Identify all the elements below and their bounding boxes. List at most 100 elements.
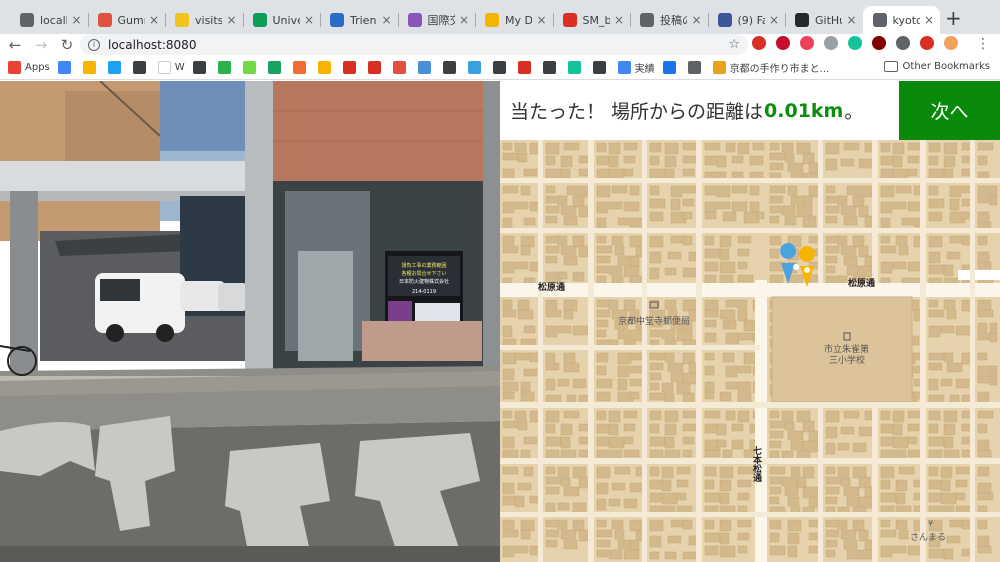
- globe-icon: [132, 61, 146, 74]
- profile-avatar[interactable]: [944, 36, 958, 50]
- bookmark-item[interactable]: [367, 61, 385, 74]
- bookmark-item[interactable]: [267, 61, 285, 74]
- tab-close-icon[interactable]: ×: [846, 13, 856, 27]
- bottle-icon: [442, 61, 456, 74]
- bookmark-item[interactable]: [57, 61, 75, 74]
- bookmark-item[interactable]: [417, 61, 435, 74]
- map-canvas: ¥: [500, 140, 1000, 562]
- arrow-icon: [662, 61, 676, 74]
- browser-tab[interactable]: GitHub ×: [785, 6, 863, 34]
- tab-close-icon[interactable]: ×: [304, 13, 314, 27]
- bookmark-item[interactable]: [592, 61, 610, 74]
- gumroad-icon: [392, 61, 406, 74]
- bookmark-label: 実績: [634, 64, 655, 75]
- bookmark-item[interactable]: 実績: [617, 60, 655, 75]
- grammarly-icon: [567, 61, 581, 74]
- browser-tab[interactable]: kyoto_g ×: [862, 6, 940, 34]
- bookmark-item[interactable]: [317, 61, 335, 74]
- site-info-icon[interactable]: i: [88, 38, 100, 51]
- tab-close-icon[interactable]: ×: [924, 13, 934, 27]
- tab-close-icon[interactable]: ×: [149, 13, 159, 27]
- bookmark-item[interactable]: [242, 61, 260, 74]
- bookmark-item[interactable]: [132, 61, 150, 74]
- globe-icon: [330, 13, 344, 27]
- wordpress-icon: [542, 61, 556, 74]
- bookmark-item[interactable]: [292, 61, 310, 74]
- bookmark-item[interactable]: [467, 61, 485, 74]
- pocket-icon[interactable]: [800, 36, 814, 50]
- bookmark-item[interactable]: [517, 61, 535, 74]
- camera-icon[interactable]: [824, 36, 838, 50]
- other-bookmarks-folder[interactable]: Other Bookmarks: [883, 61, 990, 72]
- browser-tab[interactable]: Gumroa ×: [87, 6, 166, 34]
- apps-grid-icon: [8, 61, 21, 74]
- seven-icon: [467, 61, 481, 74]
- bookmark-item[interactable]: [567, 61, 585, 74]
- bookmark-label: Apps: [25, 62, 50, 73]
- browser-tab[interactable]: localho ×: [10, 6, 88, 34]
- bookmark-item[interactable]: [492, 61, 510, 74]
- bee-icon: [712, 61, 726, 74]
- tab-close-icon[interactable]: ×: [536, 13, 546, 27]
- bookmark-star-icon[interactable]: ☆: [728, 37, 740, 52]
- result-map[interactable]: ¥ 松原通 松原通 京都中堂寺郵便局 市立朱雀第 三小学校 七本松通 さんまる: [500, 140, 1000, 562]
- abp-icon[interactable]: [776, 36, 790, 50]
- bookmark-item[interactable]: [342, 61, 360, 74]
- address-bar[interactable]: i localhost:8080 ☆: [80, 34, 748, 55]
- pin-icon: [517, 61, 531, 74]
- notes-icon: [292, 61, 306, 74]
- tab-close-icon[interactable]: ×: [614, 13, 624, 27]
- browser-tab[interactable]: (9) Fac ×: [707, 6, 786, 34]
- browser-tab[interactable]: visits -×: [165, 6, 243, 34]
- globe-icon: [192, 61, 206, 74]
- new-tab-button[interactable]: +: [945, 8, 962, 28]
- browser-tab[interactable]: 国際交流 ×: [397, 6, 476, 34]
- result-prefix: 当たった！ 場所からの距離は: [510, 101, 764, 123]
- tab-close-icon[interactable]: ×: [769, 13, 779, 27]
- street-label-shichihon: 七本松通: [751, 446, 761, 482]
- bookmark-item[interactable]: [107, 61, 125, 74]
- kyoto-geo-game: 請負工事の業務範囲 各種お問合せ下さい 日本防火建物株式会社 214-0119: [0, 81, 1000, 562]
- ublock-icon[interactable]: [872, 36, 886, 50]
- tab-title: localho: [40, 13, 67, 27]
- tab-title: My Driv: [505, 13, 533, 27]
- url-text: localhost:8080: [108, 37, 197, 52]
- bookmark-item[interactable]: [82, 61, 100, 74]
- reload-button[interactable]: ↻: [56, 36, 78, 54]
- bookmark-item[interactable]: 京都の手作り市まと...: [712, 60, 829, 75]
- bookmark-item[interactable]: [217, 61, 235, 74]
- browser-tab[interactable]: SM_boo ×: [552, 6, 631, 34]
- browser-tab[interactable]: Univers ×: [242, 6, 321, 34]
- bookmark-item[interactable]: Apps: [8, 61, 50, 74]
- bookmark-item[interactable]: [192, 61, 210, 74]
- bookmark-item[interactable]: [687, 61, 705, 74]
- sheets-icon: [252, 13, 267, 27]
- browser-tab[interactable]: My Driv×: [475, 6, 553, 34]
- browser-tab[interactable]: 投稿の新 ×: [630, 6, 708, 34]
- forward-button[interactable]: →: [30, 36, 52, 54]
- bookmarks-bar: Apps W 実績 京都の手作り市まと... Other Bookmarks: [0, 56, 1000, 80]
- back-button[interactable]: ←: [4, 36, 26, 54]
- grammarly-icon[interactable]: [848, 36, 862, 50]
- browser-tab[interactable]: Trienna ×: [320, 6, 398, 34]
- tab-close-icon[interactable]: ×: [691, 13, 701, 27]
- bookmark-item[interactable]: [442, 61, 460, 74]
- restaurant-icon: ¥: [928, 519, 933, 528]
- bookmark-item[interactable]: [542, 61, 560, 74]
- tab-close-icon[interactable]: ×: [459, 13, 469, 27]
- next-button[interactable]: 次へ: [899, 81, 1000, 140]
- bookmark-item[interactable]: W: [157, 61, 185, 74]
- tab-close-icon[interactable]: ×: [71, 13, 81, 27]
- street-view-image: 請負工事の業務範囲 各種お問合せ下さい 日本防火建物株式会社 214-0119: [0, 81, 500, 562]
- menu-kebab-icon[interactable]: ⋮: [976, 36, 990, 52]
- bookmark-item[interactable]: [392, 61, 410, 74]
- red-extension-icon[interactable]: [920, 36, 934, 50]
- street-view-panorama[interactable]: 請負工事の業務範囲 各種お問合せ下さい 日本防火建物株式会社 214-0119: [0, 81, 500, 562]
- feedly-icon: [217, 61, 231, 74]
- tab-close-icon[interactable]: ×: [226, 13, 236, 27]
- twitter-icon: [107, 61, 121, 74]
- facebook-icon[interactable]: [896, 36, 910, 50]
- vivaldi-icon[interactable]: [752, 36, 766, 50]
- bookmark-item[interactable]: [662, 61, 680, 74]
- tab-close-icon[interactable]: ×: [381, 13, 391, 27]
